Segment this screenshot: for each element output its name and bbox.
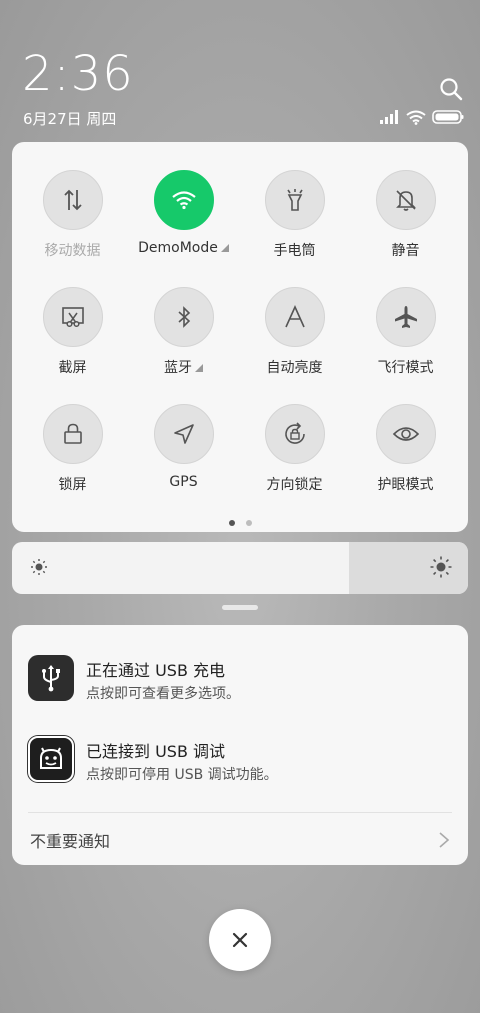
eye-icon [392,427,419,441]
tile-mobile-data-button[interactable] [42,170,103,230]
tile-label: 方向锁定 [266,477,323,493]
notification-title: 正在通过 USB 充电 [86,661,226,680]
wifi-icon [171,191,196,210]
gps-icon [173,424,194,444]
brightness-high-icon [430,556,452,578]
tile-label: 静音 [391,243,420,259]
usb-icon [28,655,74,701]
chevron-right-icon[interactable] [438,831,450,849]
quick-settings-panel: 移动数据 DemoMode 手电筒 静音 截屏 蓝牙 自动亮度 飞行模式 锁屏 … [12,142,468,532]
tile-wifi-button[interactable] [153,170,214,230]
tile-eye-care-button[interactable] [375,404,436,464]
search-icon[interactable] [438,76,464,102]
divider [28,812,452,813]
tile-label: 移动数据 [44,243,101,259]
notification-subtitle: 点按即可停用 USB 调试功能。 [86,767,278,783]
notification-usb-debugging[interactable]: 已连接到 USB 调试 点按即可停用 USB 调试功能。 [28,736,448,786]
clear-all-button[interactable] [209,909,271,971]
wifi-status-icon [406,110,426,125]
auto-brightness-icon [284,305,305,328]
tile-auto-brightness-button[interactable] [264,287,325,347]
tile-gps-button[interactable] [153,404,214,464]
date: 6月27日 周四 [23,110,117,128]
tile-airplane[interactable]: 飞行模式 [350,287,461,377]
system-status-icons [380,108,464,126]
screenshot-icon [61,307,84,328]
tile-bluetooth-button[interactable] [153,287,214,347]
tile-lock-screen[interactable]: 锁屏 [17,404,128,494]
page-dot-active[interactable] [228,520,235,526]
battery-icon [432,110,464,124]
clock: 2:36 [22,46,134,102]
tile-label: DemoMode [128,240,239,256]
tile-label: 自动亮度 [266,360,323,376]
page-dot[interactable] [245,520,252,526]
close-icon [232,932,248,948]
tile-bluetooth[interactable]: 蓝牙 [128,287,239,377]
tile-flashlight[interactable]: 手电筒 [239,170,350,260]
signal-icon [380,110,398,124]
drag-handle[interactable] [222,605,258,610]
tile-label: GPS [169,474,198,490]
tile-demomode-wifi[interactable]: DemoMode [128,170,239,256]
tile-airplane-button[interactable] [375,287,436,347]
tile-label: 飞行模式 [377,360,434,376]
brightness-slider[interactable] [12,542,468,594]
expand-arrow-icon[interactable] [195,364,203,372]
airplane-icon [394,306,417,328]
notification-usb-charging[interactable]: 正在通过 USB 充电 点按即可查看更多选项。 [28,655,448,705]
tile-label: 护眼模式 [377,477,434,493]
brightness-low-icon [31,559,47,575]
tile-label: 锁屏 [58,477,87,493]
rotation-lock-icon [284,422,305,444]
tile-eye-care[interactable]: 护眼模式 [350,404,461,494]
tile-rotation-lock[interactable]: 方向锁定 [239,404,350,494]
tile-label: 蓝牙 [128,357,239,377]
tile-gps[interactable]: GPS [128,404,239,490]
tile-label-text: 蓝牙 [164,360,192,376]
tile-flashlight-button[interactable] [264,170,325,230]
status-area: 2:36 6月27日 周四 [0,0,480,140]
tile-label: 截屏 [58,360,87,376]
tile-mute-button[interactable] [375,170,436,230]
notification-subtitle: 点按即可查看更多选项。 [86,686,240,702]
unimportant-notifications-link[interactable]: 不重要通知 [30,828,110,852]
tile-mute[interactable]: 静音 [350,170,461,260]
lock-icon [63,423,82,444]
page-indicator [12,520,468,526]
flashlight-icon [286,189,303,211]
tile-rotation-lock-button[interactable] [264,404,325,464]
mute-bell-icon [395,190,416,211]
expand-arrow-icon[interactable] [220,244,229,252]
android-debug-icon [28,736,74,782]
tile-label-text: DemoMode [138,240,218,256]
tile-mobile-data[interactable]: 移动数据 [17,170,128,260]
notification-title: 已连接到 USB 调试 [86,742,226,761]
tile-label: 手电筒 [273,243,316,259]
tile-lock-screen-button[interactable] [42,404,103,464]
tile-screenshot[interactable]: 截屏 [17,287,128,377]
tile-screenshot-button[interactable] [42,287,103,347]
mobile-data-icon [63,189,82,211]
bluetooth-icon [177,306,190,328]
tile-auto-brightness[interactable]: 自动亮度 [239,287,350,377]
notification-panel: 正在通过 USB 充电 点按即可查看更多选项。 已连接到 USB 调试 点按即可… [12,625,468,865]
